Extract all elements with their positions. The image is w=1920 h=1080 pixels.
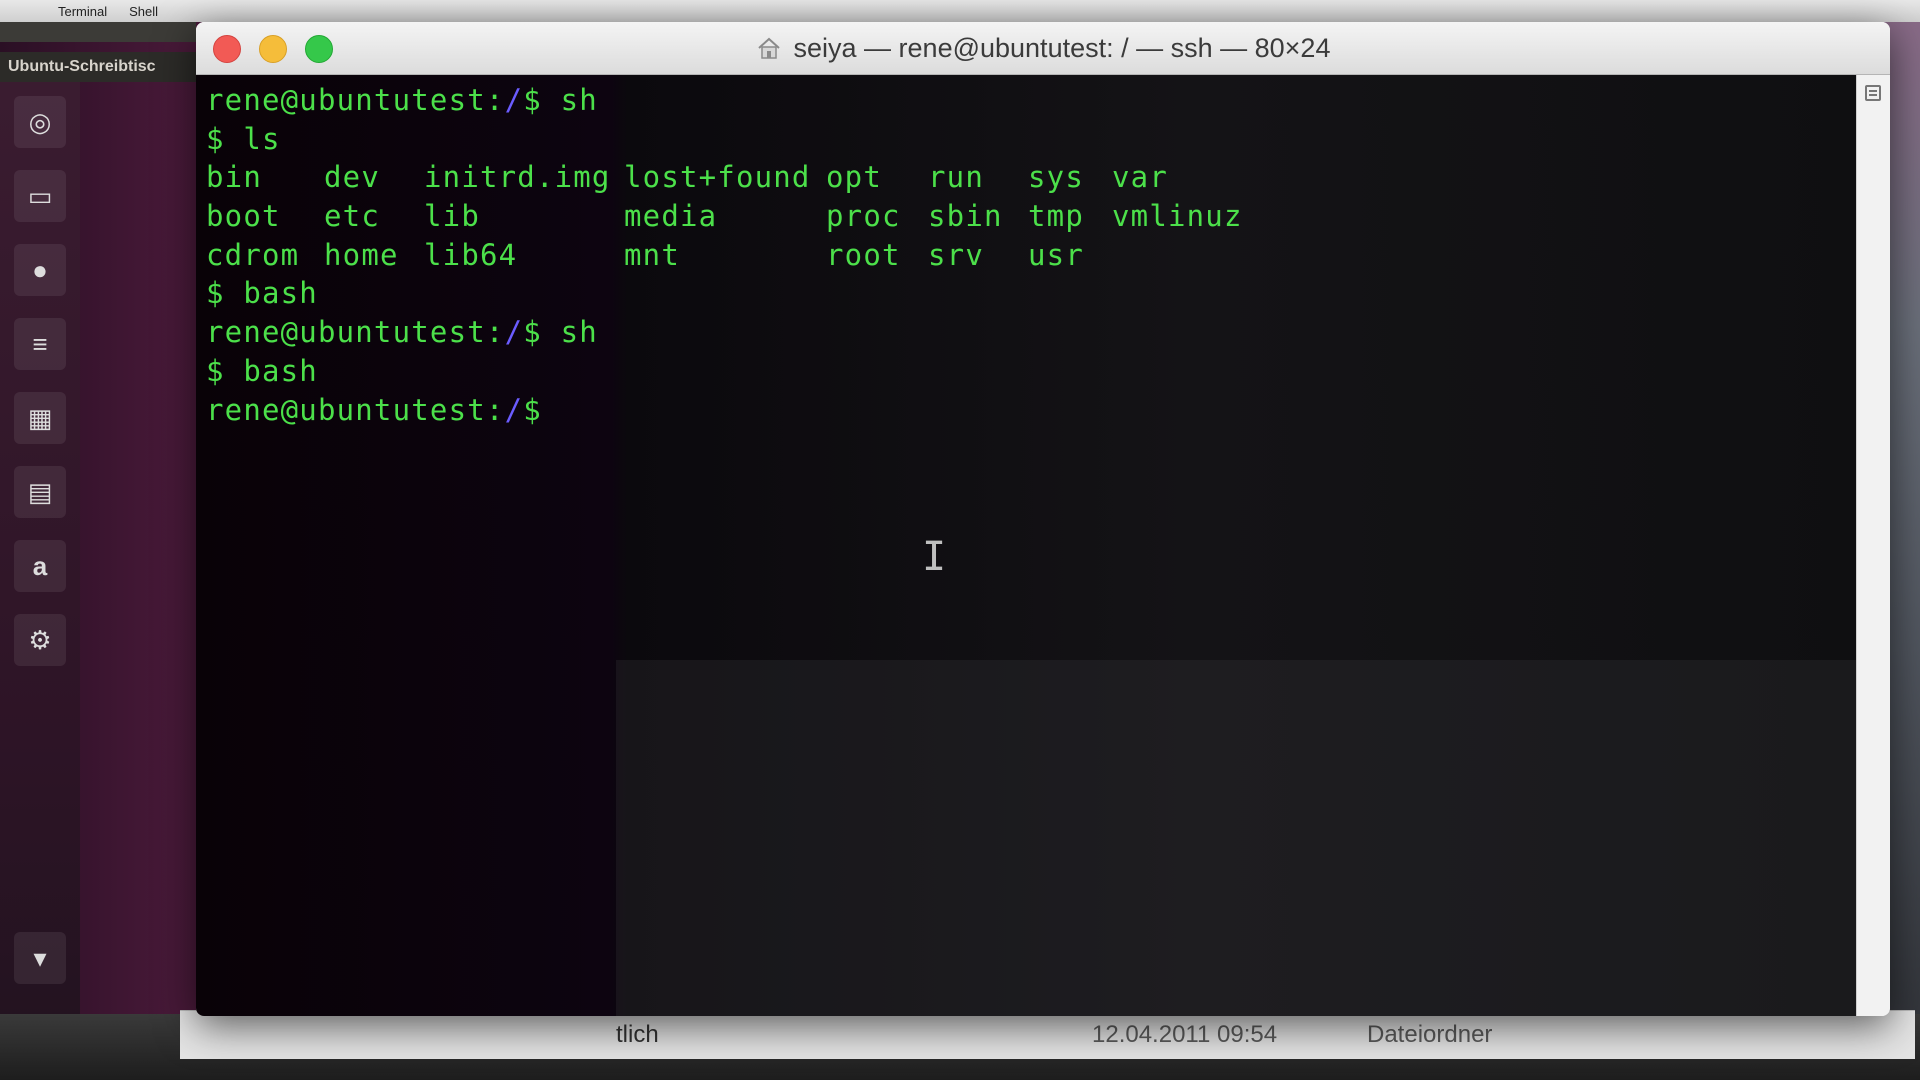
ls-entry: run xyxy=(928,160,984,195)
command-text: $ bash xyxy=(206,353,318,388)
ls-entry: boot xyxy=(206,199,281,234)
writer-icon[interactable]: ≡ xyxy=(14,318,66,370)
terminal-line: cdrom home lib64 mnt root srv usr xyxy=(206,236,1856,275)
prompt-user-host: rene@ubuntutest: xyxy=(206,83,505,117)
ubuntu-desktop-title: Ubuntu-Schreibtisc xyxy=(0,52,196,82)
ubuntu-launcher: ◎ ▭ ● ≡ ▦ ▤ a ⚙ ▾ xyxy=(0,82,80,1022)
ls-entry: lost+found xyxy=(624,160,811,195)
settings-icon[interactable]: ⚙ xyxy=(14,614,66,666)
terminal-line: bin dev initrd.img lost+found opt run sys var xyxy=(206,158,1856,197)
ls-entry: vmlinuz xyxy=(1112,199,1243,234)
impress-icon[interactable]: ▤ xyxy=(14,466,66,518)
menu-terminal[interactable]: Terminal xyxy=(58,4,107,19)
ls-entry: usr xyxy=(1028,237,1084,272)
prompt-path: / xyxy=(504,315,524,350)
prompt-user-host: rene@ubuntutest: xyxy=(206,315,505,350)
ls-entry: opt xyxy=(826,160,882,195)
amazon-icon[interactable]: a xyxy=(14,540,66,592)
ls-entry: bin xyxy=(206,160,262,195)
terminal-line: rene@ubuntutest:/$ sh xyxy=(206,81,1856,120)
ls-entry: root xyxy=(826,237,901,272)
mac-menubar: Terminal Shell xyxy=(0,0,1920,22)
terminal-line: rene@ubuntutest:/$ xyxy=(206,391,1856,430)
prompt-user-host: rene@ubuntutest: xyxy=(206,392,505,427)
ls-entry: lib xyxy=(424,199,480,234)
ls-entry: cdrom xyxy=(206,237,300,272)
terminal-line: rene@ubuntutest:/$ sh xyxy=(206,313,1856,352)
terminal-line: boot etc lib media proc sbin tmp vmlinuz xyxy=(206,197,1856,236)
window-titlebar[interactable]: seiya — rene@ubuntutest: / — ssh — 80×24 xyxy=(196,22,1890,75)
ls-entry: tmp xyxy=(1028,199,1084,234)
ls-entry: var xyxy=(1112,160,1168,195)
terminal-line: $ bash xyxy=(206,274,1856,313)
window-title: seiya — rene@ubuntutest: / — ssh — 80×24 xyxy=(793,32,1331,63)
prompt-symbol: $ xyxy=(523,392,542,427)
command-text: $ ls xyxy=(206,121,281,156)
home-icon xyxy=(757,37,780,59)
window-title-wrap: seiya — rene@ubuntutest: / — ssh — 80×24 xyxy=(196,22,1890,74)
trash-icon[interactable]: ▾ xyxy=(14,932,66,984)
ls-entry: dev xyxy=(324,160,380,195)
prompt-path: / xyxy=(504,392,524,427)
finder-date: 12.04.2011 09:54 xyxy=(1092,1021,1278,1048)
text-cursor-icon: I xyxy=(922,534,947,580)
finder-type: Dateiordner xyxy=(1367,1021,1493,1048)
ls-entry: etc xyxy=(324,199,380,234)
terminal-body[interactable]: rene@ubuntutest:/$ sh $ ls bin dev initrd.im… xyxy=(196,75,1856,1016)
terminal-scrollbar[interactable] xyxy=(1856,75,1890,1016)
prompt-command: sh xyxy=(541,315,598,350)
ls-entry: sys xyxy=(1028,160,1084,195)
ubuntu-logo-icon[interactable]: ◎ xyxy=(14,96,66,148)
ls-entry: lib64 xyxy=(424,237,518,272)
files-icon[interactable]: ▭ xyxy=(14,170,66,222)
finder-kind-fragment: tlich xyxy=(616,1021,659,1048)
finder-window-behind xyxy=(180,1010,1915,1059)
ls-entry: srv xyxy=(928,237,984,272)
ls-entry: mnt xyxy=(624,237,680,272)
calc-icon[interactable]: ▦ xyxy=(14,392,66,444)
ls-entry: proc xyxy=(826,199,901,234)
ls-entry: home xyxy=(324,237,399,272)
terminal-line: $ ls xyxy=(206,120,1856,159)
prompt-symbol: $ xyxy=(523,83,542,117)
ubuntu-top-panel xyxy=(0,22,196,42)
ls-entry: sbin xyxy=(928,199,1003,234)
split-view-icon[interactable] xyxy=(1865,85,1881,101)
terminal-line: $ bash xyxy=(206,352,1856,391)
command-text: $ bash xyxy=(206,276,318,311)
prompt-command: sh xyxy=(541,83,598,117)
firefox-icon[interactable]: ● xyxy=(14,244,66,296)
ls-entry: initrd.img xyxy=(424,160,611,195)
prompt-symbol: $ xyxy=(523,315,542,350)
terminal-output: rene@ubuntutest:/$ sh $ ls bin dev initrd.im… xyxy=(206,81,1856,429)
terminal-window: seiya — rene@ubuntutest: / — ssh — 80×24… xyxy=(196,22,1890,1016)
menu-shell[interactable]: Shell xyxy=(129,4,158,19)
prompt-path: / xyxy=(504,83,524,117)
ls-entry: media xyxy=(624,199,718,234)
